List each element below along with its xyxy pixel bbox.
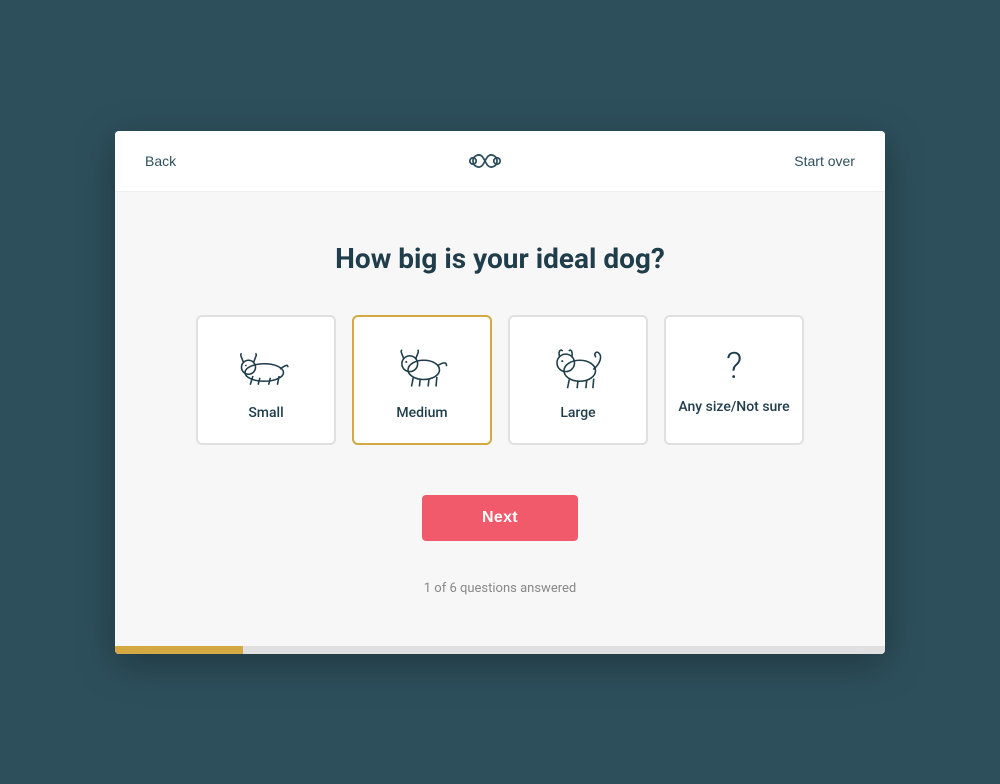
option-large-label: Large: [560, 405, 595, 421]
option-medium-label: Medium: [396, 405, 447, 421]
logo: [465, 149, 505, 173]
next-button[interactable]: Next: [422, 495, 578, 541]
start-over-button[interactable]: Start over: [794, 153, 855, 169]
option-any-label: Any size/Not sure: [678, 399, 789, 415]
back-button[interactable]: Back: [145, 153, 176, 169]
option-small[interactable]: Small: [196, 315, 336, 445]
quiz-modal: Back Start over How big is your ideal do…: [115, 131, 885, 654]
progress-bar: [115, 646, 885, 654]
option-medium[interactable]: Medium: [352, 315, 492, 445]
option-small-label: Small: [248, 405, 283, 421]
quiz-content: How big is your ideal dog? Small: [115, 192, 885, 646]
question-title: How big is your ideal dog?: [335, 242, 665, 275]
option-any[interactable]: ? Any size/Not sure: [664, 315, 804, 445]
options-container: Small Medium: [196, 315, 804, 445]
option-large[interactable]: Large: [508, 315, 648, 445]
quiz-header: Back Start over: [115, 131, 885, 192]
any-size-icon: ?: [726, 345, 742, 387]
progress-bar-fill: [115, 646, 243, 654]
progress-text: 1 of 6 questions answered: [424, 581, 576, 596]
